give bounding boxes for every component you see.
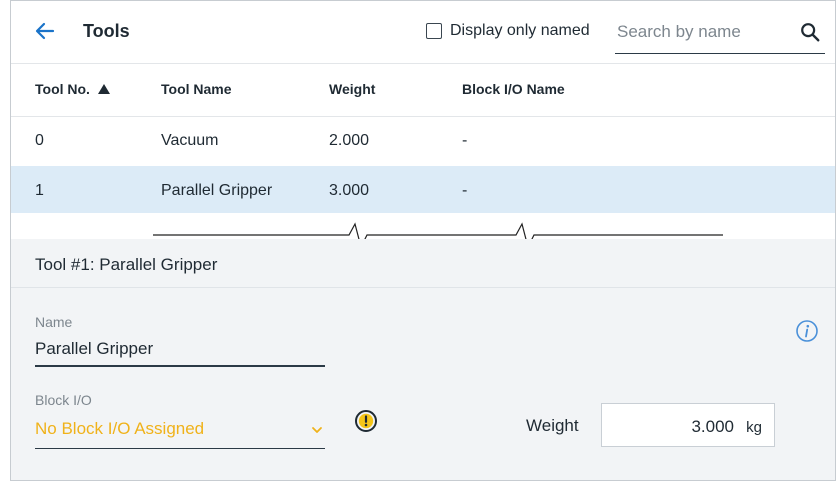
detail-header: Tool #1: Parallel Gripper — [11, 239, 835, 288]
display-only-named-checkbox[interactable] — [426, 23, 442, 39]
table-row[interactable]: 0 Vacuum 2.000 - — [11, 116, 835, 166]
back-arrow-icon[interactable] — [33, 19, 57, 43]
page-title: Tools — [83, 21, 130, 41]
block-io-selected-value: No Block I/O Assigned — [35, 419, 205, 438]
block-io-label: Block I/O — [35, 392, 92, 408]
weight-value: 3.000 — [691, 417, 734, 436]
chevron-down-icon — [312, 427, 322, 433]
column-header-tool-no[interactable]: Tool No. — [35, 81, 110, 97]
table-header: Tool No. Tool Name Weight Block I/O Name — [11, 63, 835, 117]
tools-window: Tools Display only named Tool No. Tool N… — [10, 0, 836, 481]
header: Tools Display only named — [11, 1, 835, 61]
cell-tool-no: 0 — [35, 132, 44, 149]
weight-input[interactable]: 3.000 kg — [601, 403, 775, 447]
display-only-named-label: Display only named — [450, 22, 590, 39]
search-icon[interactable] — [799, 21, 821, 43]
display-only-named-filter[interactable]: Display only named — [426, 22, 590, 40]
cell-block-io-name: - — [462, 182, 468, 199]
column-header-label: Tool No. — [35, 81, 90, 97]
tool-detail-panel: Name Parallel Gripper Block I/O No Block… — [11, 288, 835, 480]
table-row-selected[interactable]: 1 Parallel Gripper 3.000 - — [11, 166, 835, 216]
search-input[interactable] — [615, 19, 789, 45]
weight-unit: kg — [746, 419, 762, 436]
info-icon[interactable] — [795, 319, 819, 343]
cell-block-io-name: - — [462, 132, 468, 149]
column-header-tool-name[interactable]: Tool Name — [161, 81, 232, 97]
cell-weight: 3.000 — [329, 182, 370, 199]
cell-tool-name: Parallel Gripper — [161, 182, 273, 199]
sort-ascending-icon — [97, 84, 110, 94]
detail-title: Tool #1: Parallel Gripper — [35, 255, 218, 274]
name-field[interactable]: Parallel Gripper — [35, 339, 153, 359]
weight-label: Weight — [526, 416, 579, 435]
block-io-select[interactable]: No Block I/O Assigned — [35, 414, 325, 449]
cell-weight: 2.000 — [329, 132, 370, 149]
warning-icon — [355, 410, 377, 432]
column-header-weight[interactable]: Weight — [329, 81, 375, 97]
name-field-underline — [35, 365, 325, 367]
search-field — [615, 11, 825, 54]
name-label: Name — [35, 314, 73, 330]
cell-tool-no: 1 — [35, 182, 44, 199]
cell-tool-name: Vacuum — [161, 132, 219, 149]
column-header-block-io-name[interactable]: Block I/O Name — [462, 81, 565, 97]
